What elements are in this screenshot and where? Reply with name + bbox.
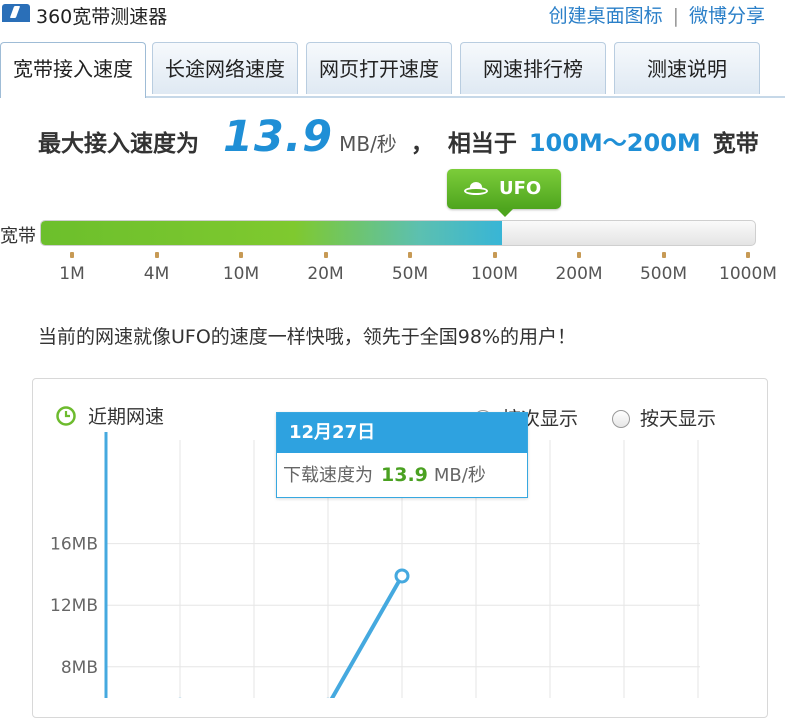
- y-tick-label: 8MB: [61, 658, 98, 678]
- tooltip-label: 下载速度为: [283, 465, 373, 486]
- tooltip-unit: MB/秒: [433, 465, 486, 486]
- tooltip-body: 下载速度为 13.9 MB/秒: [277, 453, 527, 497]
- y-tick-label: 16MB: [50, 535, 98, 555]
- speed-tooltip: 12月27日 下载速度为 13.9 MB/秒: [276, 412, 528, 498]
- speed-data-point: [394, 568, 410, 584]
- recent-speed-chart: 4MB8MB12MB16MB: [50, 432, 700, 698]
- y-tick-label: 12MB: [50, 596, 98, 616]
- speed-series-line: [329, 574, 404, 698]
- tooltip-date: 12月27日: [277, 413, 527, 453]
- tooltip-value: 13.9: [381, 464, 428, 486]
